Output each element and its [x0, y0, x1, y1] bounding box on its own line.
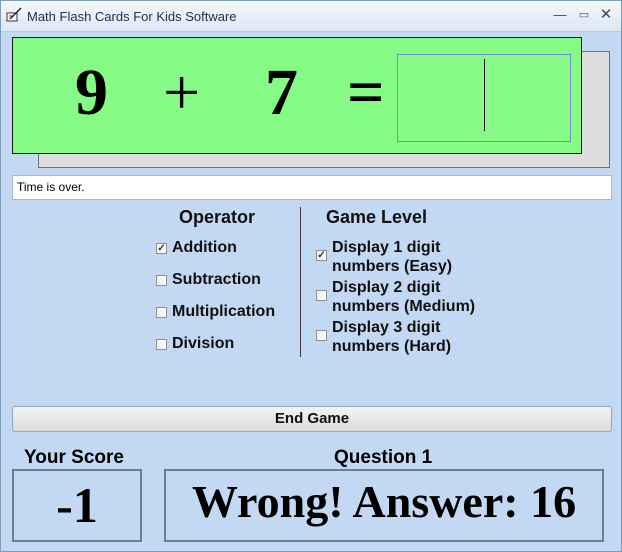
checkbox-level-medium[interactable]: Display 2 digit numbers (Medium) — [316, 278, 475, 316]
result-message: Wrong! Answer: 16 — [164, 469, 604, 542]
section-divider — [300, 207, 301, 357]
checkbox-box[interactable] — [156, 275, 167, 286]
question-label: Question 1 — [334, 447, 433, 468]
close-button[interactable]: ✕ — [595, 5, 617, 25]
checkbox-level-easy[interactable]: ✓ Display 1 digit numbers (Easy) — [316, 238, 452, 276]
checkbox-subtraction[interactable]: Subtraction — [156, 271, 261, 289]
text-caret — [484, 59, 485, 131]
level-label-line: Display 1 digit — [332, 239, 441, 256]
operand-2: 7 — [265, 56, 298, 129]
level-label-line: Display 2 digit — [332, 279, 441, 296]
checkbox-level-hard[interactable]: Display 3 digit numbers (Hard) — [316, 318, 451, 356]
score-label: Your Score — [24, 447, 124, 468]
level-label-line: numbers (Hard) — [332, 338, 452, 355]
checkbox-box[interactable] — [156, 339, 167, 350]
operator-symbol: + — [163, 56, 201, 129]
score-value: -1 — [12, 469, 142, 542]
equals-sign: = — [347, 56, 385, 129]
checkbox-addition[interactable]: ✓ Addition — [156, 239, 237, 257]
operand-1: 9 — [75, 56, 108, 129]
checkbox-box[interactable]: ✓ — [316, 250, 327, 261]
answer-input[interactable] — [397, 54, 571, 142]
status-field: Time is over. — [12, 175, 612, 200]
level-label-line: Display 3 digit — [332, 319, 441, 336]
app-window: Math Flash Cards For Kids Software — ▭ ✕… — [0, 0, 622, 552]
checkbox-box[interactable]: ✓ — [156, 243, 167, 254]
checkbox-label: Addition — [172, 239, 237, 256]
level-label-line: numbers (Easy) — [332, 258, 453, 275]
flash-card: 9 + 7 = — [12, 37, 582, 154]
maximize-button[interactable]: ▭ — [573, 5, 595, 25]
level-label: Display 1 digit numbers (Easy) — [332, 238, 452, 276]
checkbox-box[interactable] — [316, 330, 327, 341]
checkbox-box[interactable] — [316, 290, 327, 301]
window-title: Math Flash Cards For Kids Software — [27, 9, 237, 24]
minimize-button[interactable]: — — [549, 5, 571, 25]
checkbox-multiplication[interactable]: Multiplication — [156, 303, 275, 321]
game-level-heading: Game Level — [326, 207, 428, 227]
end-game-button[interactable]: End Game — [12, 406, 612, 432]
title-bar[interactable]: Math Flash Cards For Kids Software — ▭ ✕ — [1, 1, 621, 32]
checkbox-box[interactable] — [156, 307, 167, 318]
operator-heading: Operator — [179, 207, 256, 227]
checkbox-division[interactable]: Division — [156, 335, 234, 353]
checkbox-label: Subtraction — [172, 271, 261, 288]
checkbox-label: Division — [172, 335, 235, 352]
checkbox-label: Multiplication — [172, 303, 276, 320]
level-label-line: numbers (Medium) — [332, 298, 476, 315]
level-label: Display 3 digit numbers (Hard) — [332, 318, 451, 356]
level-label: Display 2 digit numbers (Medium) — [332, 278, 475, 316]
app-icon — [6, 7, 22, 22]
